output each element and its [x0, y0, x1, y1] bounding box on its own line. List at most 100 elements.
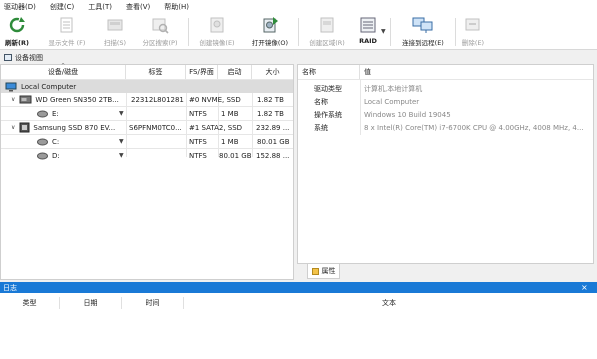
refresh-icon [8, 16, 26, 34]
volume-start: 1 MB [221, 137, 239, 146]
log-column-time[interactable]: 时间 [122, 297, 184, 309]
property-value: Windows 10 Build 19045 [364, 110, 451, 119]
volume-dropdown-icon[interactable]: ▼ [119, 107, 125, 120]
volume-size: 152.88 ... [256, 151, 290, 160]
show-files-button[interactable]: 显示文件 (F) [42, 16, 92, 50]
log-title-bar: 日志 × [0, 282, 597, 293]
properties-icon [311, 267, 319, 275]
scan-icon [106, 16, 124, 34]
property-name: 系统 [314, 123, 328, 132]
menu-tools[interactable]: 工具(T) [88, 2, 112, 12]
column-header-name[interactable]: 名称 [298, 65, 360, 79]
connect-remote-label: 连接到远程(E) [402, 39, 444, 47]
remote-computer-icon [412, 16, 434, 34]
disk-image-icon [208, 16, 226, 34]
menu-create[interactable]: 创建(C) [50, 2, 74, 12]
property-name: 名称 [314, 97, 328, 106]
create-image-label: 创建镜像(E) [199, 39, 235, 47]
column-header-fs[interactable]: FS/界面 [186, 65, 218, 79]
log-column-text[interactable]: 文本 [184, 297, 594, 309]
raid-dropdown-icon[interactable]: ▼ [381, 28, 386, 35]
properties-panel: 名称 值 驱动类型 计算机,本地计算机 名称 Local Computer 操作… [297, 64, 594, 264]
tree-row-name: Local Computer [21, 82, 77, 91]
tree-row-volume-c[interactable]: C: [37, 135, 123, 148]
menu-help[interactable]: 帮助(H) [164, 2, 189, 12]
volume-fs: NTFS [189, 151, 207, 160]
toolbar-separator [188, 18, 189, 46]
show-files-label: 显示文件 (F) [48, 39, 86, 47]
scan-label: 扫描(S) [103, 39, 127, 47]
tree-row-disk-wd[interactable]: ∨ WD Green SN350 2TB... [11, 93, 126, 106]
refresh-button[interactable]: 刷新(R) [3, 16, 31, 50]
volume-start: 1 MB [221, 109, 239, 118]
log-panel: 日志 × 类型 日期 时间 文本 [0, 282, 597, 359]
partition-search-label: 分区搜索(P) [142, 39, 178, 47]
computer-icon [5, 82, 17, 91]
partition-search-button[interactable]: 分区搜索(P) [138, 16, 182, 50]
tree-row-local-computer[interactable]: Local Computer [5, 80, 125, 93]
create-region-button[interactable]: 创建区域(R) [305, 16, 349, 50]
menu-drive[interactable]: 驱动器(D) [4, 2, 36, 12]
tree-row-name: Samsung SSD 870 EV... [33, 123, 116, 132]
delete-icon [464, 16, 482, 34]
disk-size: 1.82 TB [257, 95, 284, 104]
device-tree-panel: 设备/磁盘 ^ 标签 FS/界面 启动 大小 Local Computer ∨ … [0, 63, 294, 280]
disk-size: 232.89 ... [256, 123, 290, 132]
column-divider [360, 79, 361, 135]
column-header-size[interactable]: 大小 [252, 65, 293, 79]
delete-button[interactable]: 删除(E) [460, 16, 486, 50]
volume-dropdown-icon[interactable]: ▼ [119, 149, 125, 162]
property-name: 操作系统 [314, 110, 342, 119]
tab-properties[interactable]: 属性 [307, 264, 340, 279]
column-header-value[interactable]: 值 [360, 65, 593, 79]
volume-icon [37, 110, 48, 117]
tree-row-name: WD Green SN350 2TB... [35, 95, 119, 104]
toolbar-separator [298, 18, 299, 46]
device-view-title-bar: 设备视图 [0, 51, 597, 64]
raid-button[interactable]: RAID [356, 16, 380, 50]
toolbar: 刷新(R) 显示文件 (F) 扫描(S) 分区搜索(P) 创建镜像(E) 打开镜… [0, 14, 597, 50]
volume-size: 1.82 TB [257, 109, 284, 118]
sort-arrow-icon: ^ [61, 63, 66, 69]
volume-fs: NTFS [189, 137, 207, 146]
delete-label: 删除(E) [461, 39, 485, 47]
disk-serial: S6PFNM0TC0... [129, 123, 182, 132]
tree-row-volume-e[interactable]: E: [37, 107, 123, 120]
expand-chevron-icon[interactable]: ∨ [11, 124, 15, 131]
device-view-icon [4, 54, 12, 61]
menu-view[interactable]: 查看(V) [126, 2, 150, 12]
property-value: 8 x Intel(R) Core(TM) i7-6700K CPU @ 4.0… [364, 123, 584, 132]
partition-search-icon [151, 16, 169, 34]
log-title: 日志 [3, 283, 17, 292]
toolbar-separator [390, 18, 391, 46]
disk-interface: #1 SATA2, SSD [189, 123, 243, 132]
open-image-button[interactable]: 打开镜像(O) [248, 16, 292, 50]
header-divider [298, 79, 593, 80]
tree-row-name: D: [52, 151, 60, 160]
volume-dropdown-icon[interactable]: ▼ [119, 135, 125, 148]
property-name: 驱动类型 [314, 84, 342, 93]
create-region-label: 创建区域(R) [309, 39, 345, 47]
tab-properties-label: 属性 [321, 267, 336, 275]
column-header-start[interactable]: 启动 [218, 65, 252, 79]
disk-interface: #0 NVME, SSD [189, 95, 241, 104]
menu-bar: 驱动器(D) 创建(C) 工具(T) 查看(V) 帮助(H) [0, 0, 597, 14]
device-view-title: 设备视图 [15, 53, 43, 62]
connect-remote-button[interactable]: 连接到远程(E) [394, 16, 452, 50]
volume-icon [37, 138, 48, 145]
create-image-button[interactable]: 创建镜像(E) [195, 16, 239, 50]
volume-start: 80.01 GB [219, 151, 252, 160]
log-column-type[interactable]: 类型 [0, 297, 60, 309]
column-header-label[interactable]: 标签 [126, 65, 186, 79]
tree-row-name: E: [52, 109, 59, 118]
tree-row-disk-samsung[interactable]: ∨ Samsung SSD 870 EV... [11, 121, 126, 134]
scan-button[interactable]: 扫描(S) [100, 16, 130, 50]
open-image-label: 打开镜像(O) [251, 39, 289, 47]
log-column-date[interactable]: 日期 [60, 297, 122, 309]
close-icon[interactable]: × [581, 283, 589, 292]
property-value: Local Computer [364, 97, 420, 106]
volume-fs: NTFS [189, 109, 207, 118]
expand-chevron-icon[interactable]: ∨ [11, 96, 15, 103]
tree-row-volume-d[interactable]: D: [37, 149, 123, 162]
ssd-icon [19, 95, 32, 104]
